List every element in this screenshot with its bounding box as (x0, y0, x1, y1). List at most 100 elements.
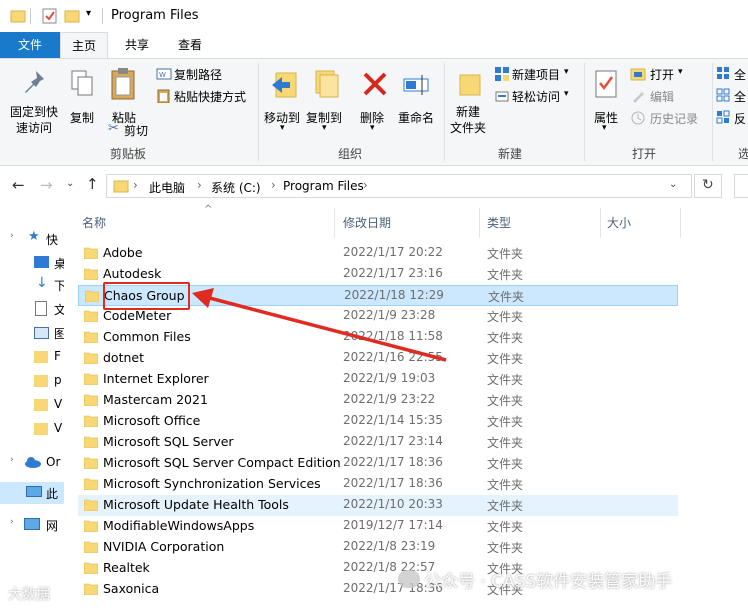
watermark-left: 大数据 (8, 587, 50, 603)
nav-quick-access[interactable]: › ★ 快 (0, 228, 64, 250)
file-type: 文件夹 (487, 268, 524, 282)
copy-path-button[interactable]: W 复制路径 (154, 65, 254, 83)
nav-documents[interactable]: 文 (0, 298, 66, 320)
refresh-button[interactable]: ↻ (694, 174, 722, 198)
address-dropdown-icon[interactable]: ⌄ (669, 179, 677, 190)
pin-quick-access-button[interactable]: 固定到快 速访问 (6, 65, 60, 141)
scissors-icon: ✂ (108, 121, 119, 136)
cloud-icon (25, 457, 41, 468)
file-type: 文件夹 (487, 499, 524, 513)
chevron-right-icon: › (10, 517, 14, 527)
paste-shortcut-button[interactable]: 粘贴快捷方式 (154, 87, 254, 105)
folder-icon (34, 351, 48, 363)
tab-share[interactable]: 共享 (112, 32, 162, 58)
file-row[interactable]: Mastercam 2021 2022/1/9 23:22 文件夹 (78, 390, 678, 411)
move-to-button[interactable]: 移动到 ▾ (262, 65, 304, 141)
file-type: 文件夹 (487, 436, 524, 450)
nav-folder-v1[interactable]: V (0, 394, 64, 416)
new-folder-label-1: 新建 (456, 105, 481, 119)
file-row[interactable]: Microsoft Office 2022/1/14 15:35 文件夹 (78, 411, 678, 432)
up-arrow-icon[interactable]: ↑ (86, 175, 99, 193)
new-item-button[interactable]: 新建项目 ▾ (494, 65, 580, 83)
chevron-right-icon: › (271, 178, 276, 192)
nav-downloads[interactable]: ↓ 下 (0, 274, 66, 296)
file-row[interactable]: Microsoft SQL Server 2022/1/17 23:14 文件夹 (78, 432, 678, 453)
tab-view[interactable]: 查看 (166, 32, 214, 58)
file-row[interactable]: ModifiableWindowsApps 2019/12/7 17:14 文件夹 (78, 516, 678, 537)
tab-file[interactable]: 文件 (0, 32, 60, 58)
folder-icon (84, 562, 98, 574)
column-header-date[interactable]: 修改日期 (343, 214, 391, 231)
copy-button[interactable]: 复制 (62, 65, 102, 141)
nav-folder-p[interactable]: p (0, 370, 64, 392)
column-header-type[interactable]: 类型 (487, 214, 511, 231)
easy-access-button[interactable]: 轻松访问 ▾ (494, 87, 580, 105)
file-row[interactable]: Microsoft Synchronization Services 2022/1… (78, 474, 678, 495)
copy-to-icon (315, 70, 339, 98)
history-label: 历史记录 (650, 112, 699, 126)
cut-label: 剪切 (124, 124, 149, 138)
folder-icon (84, 583, 98, 595)
copy-to-button[interactable]: 复制到 ▾ (304, 65, 346, 141)
folder-icon (85, 290, 99, 302)
select-none-label: 全 (734, 90, 747, 104)
nav-folder-v2[interactable]: V (0, 418, 64, 440)
nav-label: V (54, 421, 63, 435)
nav-onedrive[interactable]: › Or (0, 452, 64, 474)
new-folder-icon (459, 74, 481, 96)
nav-pictures[interactable]: 图 (0, 322, 66, 344)
address-box[interactable]: › 此电脑 › 系统 (C:) › Program Files › ⌄ (106, 174, 692, 198)
open-button[interactable]: 打开 ▾ (630, 65, 700, 83)
file-date: 2022/1/9 23:22 (343, 392, 436, 406)
nav-desktop[interactable]: 桌 (0, 252, 66, 274)
properties-button[interactable]: 属性 ▾ (588, 65, 624, 141)
quick-access-dropdown-icon[interactable]: ▾ (86, 8, 91, 19)
crumb-this-pc[interactable]: 此电脑 (149, 179, 185, 196)
file-row[interactable]: Adobe 2022/1/17 20:22 文件夹 (78, 243, 678, 264)
nav-label: 此 (46, 487, 59, 501)
rename-button[interactable]: 重命名 (396, 65, 438, 141)
pin-icon (25, 71, 44, 93)
folder-icon (84, 352, 98, 364)
history-icon (631, 111, 645, 125)
file-name: Microsoft Office (103, 413, 201, 428)
nav-this-pc[interactable]: 此 (0, 482, 64, 504)
copy-path-icon: W (156, 68, 172, 80)
file-date: 2022/1/14 15:35 (343, 413, 443, 427)
back-arrow-icon[interactable]: ← (12, 176, 25, 194)
rename-label: 重命名 (398, 111, 435, 125)
delete-button[interactable]: 删除 ▾ (356, 65, 392, 141)
folder-icon (84, 415, 98, 427)
crumb-program-files[interactable]: Program Files (283, 179, 364, 193)
column-header-size[interactable]: 大小 (607, 214, 631, 231)
new-folder-label-2: 文件夹 (450, 121, 487, 135)
new-folder-quick-icon[interactable] (64, 8, 80, 24)
cut-button[interactable]: ✂ 剪切 (106, 121, 166, 139)
file-row[interactable]: Microsoft SQL Server Compact Edition 2022… (78, 453, 678, 474)
invert-selection-button[interactable]: 反 (716, 109, 748, 127)
new-folder-button[interactable]: 新建 文件夹 (448, 65, 492, 141)
annotation-arrow (192, 288, 447, 362)
forward-arrow-icon[interactable]: → (40, 176, 53, 194)
search-box[interactable] (734, 174, 748, 198)
column-header-name[interactable]: 名称 (82, 214, 106, 231)
nav-network[interactable]: › 网 (0, 514, 64, 536)
properties-check-icon[interactable] (42, 8, 58, 24)
nav-folder-f[interactable]: F (0, 346, 64, 368)
file-name: Mastercam 2021 (103, 392, 208, 407)
file-name: CodeMeter (103, 308, 172, 323)
file-row[interactable]: Microsoft Update Health Tools 2022/1/10 2… (78, 495, 678, 516)
select-none-icon (716, 88, 730, 102)
crumb-drive-c[interactable]: 系统 (C:) (211, 179, 261, 196)
recent-locations-icon[interactable]: ⌄ (66, 178, 74, 189)
folder-icon (34, 375, 48, 387)
network-icon (24, 518, 40, 530)
file-row[interactable]: NVIDIA Corporation 2022/1/8 23:19 文件夹 (78, 537, 678, 558)
select-none-button[interactable]: 全 (716, 87, 748, 105)
tab-home[interactable]: 主页 (60, 32, 108, 58)
refresh-icon: ↻ (702, 177, 714, 193)
nav-label: F (54, 349, 61, 363)
select-all-button[interactable]: 全 (716, 65, 748, 83)
folder-icon (84, 520, 98, 532)
edit-button: 编辑 (630, 87, 700, 105)
